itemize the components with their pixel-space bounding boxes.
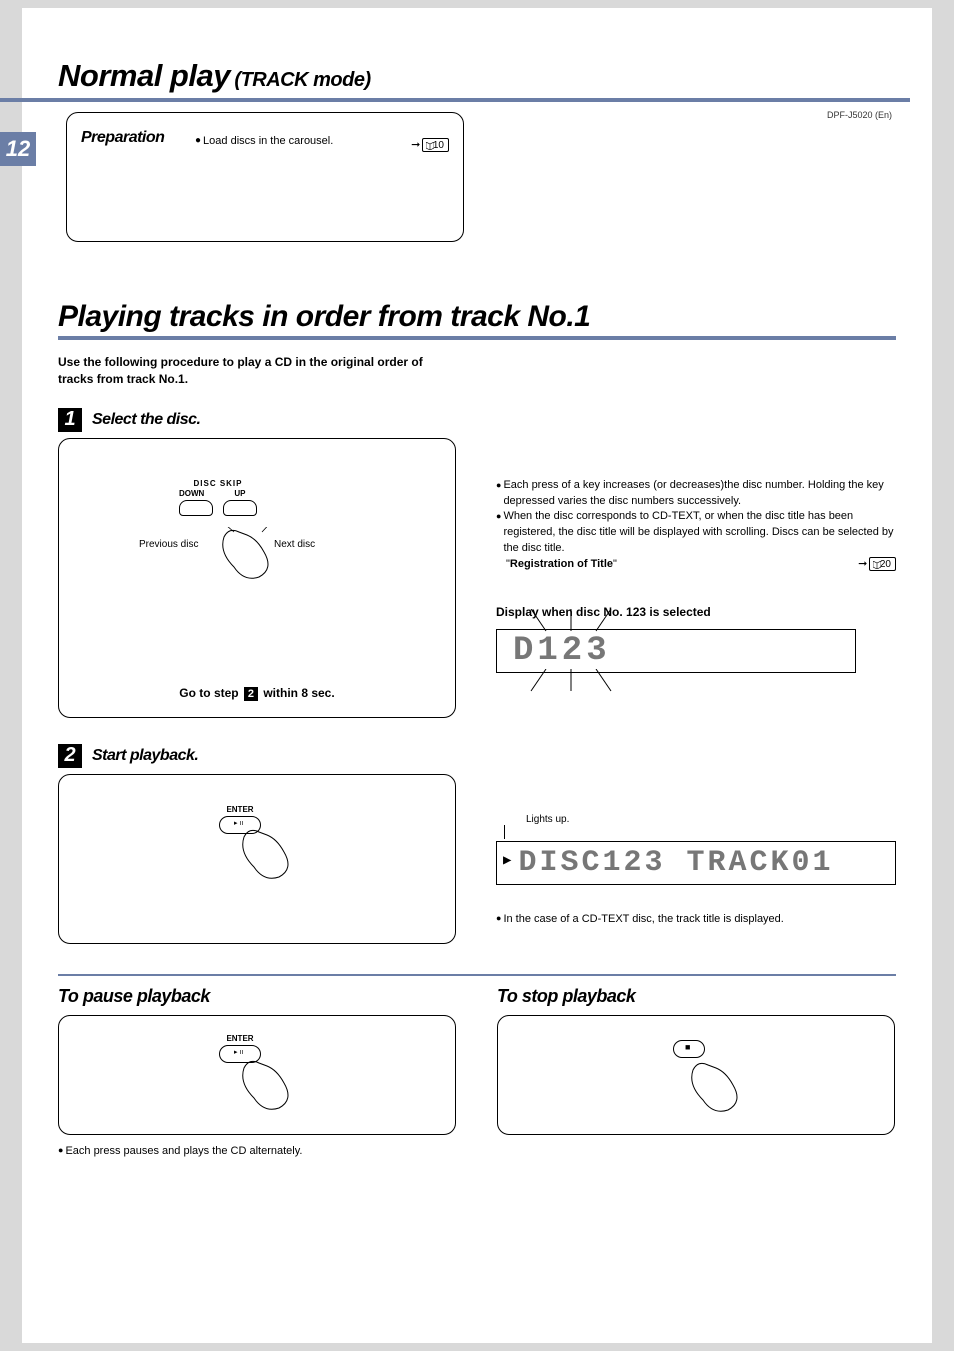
pause-column: To pause playback ENTER ●Each press paus…: [58, 986, 457, 1157]
up-label: UP: [234, 489, 245, 498]
next-disc-label: Next disc: [274, 539, 315, 550]
go-to-step-pre: Go to step: [179, 686, 238, 700]
lcd-value: D123: [513, 632, 611, 670]
disc-down-button: [179, 500, 213, 516]
page-ref-number: 10: [433, 140, 444, 151]
hand-press-icon: [219, 527, 279, 597]
stop-button: [673, 1040, 705, 1058]
step2-badge: 2: [58, 744, 82, 768]
play-icon: ▶: [503, 852, 514, 869]
page-number-tab: 12: [0, 132, 36, 166]
preparation-row: 12 Preparation ●Load discs in the carous…: [22, 112, 932, 242]
cdtext-note-text: In the case of a CD-TEXT disc, the track…: [503, 913, 783, 925]
subsection-underline: [58, 974, 896, 976]
content-area: Playing tracks in order from track No.1 …: [22, 300, 932, 1157]
preparation-bullet: ●Load discs in the carousel.: [195, 135, 333, 147]
lcd-display-full: ▶ DISC123 TRACK01: [496, 841, 896, 885]
page-container: Normal play (TRACK mode) DPF-J5020 (En) …: [22, 8, 932, 1343]
registration-title: Registration of Title: [510, 558, 613, 570]
hand-press-icon: [239, 1058, 299, 1128]
open-book-icon: [873, 561, 881, 569]
step2-left: ENTER: [58, 774, 456, 944]
go-to-step-post: within 8 sec.: [263, 686, 334, 700]
disc-skip-buttons: [179, 500, 257, 516]
lcd-wrapper: D123: [496, 629, 896, 673]
stop-diagram: [497, 1015, 895, 1135]
disc-up-button: [223, 500, 257, 516]
step2-header: 2 Start playback.: [58, 744, 896, 768]
stop-title: To stop playback: [497, 986, 896, 1007]
step1-title: Select the disc.: [92, 411, 201, 429]
arrow-icon: ➞: [858, 558, 867, 570]
pause-note-text: Each press pauses and plays the CD alter…: [65, 1145, 302, 1157]
hand-press-icon: [239, 827, 299, 897]
arrow-icon: ➞: [411, 139, 420, 151]
lcd-display-small: D123: [496, 629, 856, 673]
down-label: DOWN: [179, 489, 204, 498]
bullet-icon: ●: [496, 479, 501, 511]
step2-right: Lights up. ▶ DISC123 TRACK01 ●In the cas…: [496, 774, 896, 944]
step1-columns: DISC SKIP DOWN UP Previous disc Next dis…: [58, 438, 896, 718]
page-ref-box: 20: [869, 557, 896, 571]
open-book-icon: [426, 142, 434, 150]
pause-diagram: ENTER: [58, 1015, 456, 1135]
step1-notes: ●Each press of a key increases (or decre…: [496, 478, 896, 574]
lights-up-label: Lights up.: [526, 814, 896, 825]
bullet-icon: ●: [58, 1145, 63, 1155]
cdtext-note: ●In the case of a CD-TEXT disc, the trac…: [496, 913, 896, 925]
hand-press-icon: [688, 1060, 748, 1130]
go-to-step-badge: 2: [244, 687, 258, 701]
step2-title: Start playback.: [92, 747, 198, 765]
preparation-pageref: ➞ 10: [411, 135, 449, 153]
step2-columns: ENTER Lights up. ▶ DISC123 TRACK01 ●In t…: [58, 774, 896, 944]
bullet-icon: ●: [195, 135, 201, 146]
step1-note2-text: When the disc corresponds to CD-TEXT, or…: [503, 509, 896, 557]
disc-skip-label: DISC SKIP: [179, 479, 257, 488]
preparation-box: Preparation ●Load discs in the carousel.…: [66, 112, 464, 242]
pause-note: ●Each press pauses and plays the CD alte…: [58, 1145, 457, 1157]
quote-close: ": [613, 558, 617, 570]
disc-skip-sublabels: DOWN UP: [179, 489, 257, 498]
enter-label: ENTER: [219, 805, 261, 814]
step1-note1: ●Each press of a key increases (or decre…: [496, 478, 896, 510]
page-title-section: Normal play (TRACK mode): [22, 8, 932, 94]
preparation-title: Preparation: [81, 129, 164, 147]
step1-right: ●Each press of a key increases (or decre…: [496, 438, 896, 718]
page-title-main: Normal play: [58, 58, 230, 93]
step1-note2: ●When the disc corresponds to CD-TEXT, o…: [496, 509, 896, 557]
stop-button-group: [673, 1040, 705, 1058]
pause-title: To pause playback: [58, 986, 457, 1007]
stop-column: To stop playback: [497, 986, 896, 1157]
section-title: Playing tracks in order from track No.1: [58, 300, 896, 334]
page-ref-box: 10: [422, 138, 449, 152]
bullet-icon: ●: [496, 510, 501, 558]
enter-label: ENTER: [219, 1034, 261, 1043]
step1-badge: 1: [58, 408, 82, 432]
disc-skip-group: DISC SKIP DOWN UP: [179, 479, 257, 516]
go-to-step-text: Go to step 2 within 8 sec.: [59, 686, 455, 701]
step1-left: DISC SKIP DOWN UP Previous disc Next dis…: [58, 438, 456, 718]
indicator-lines-bottom-icon: [526, 669, 616, 693]
pause-stop-row: To pause playback ENTER ●Each press paus…: [58, 986, 896, 1157]
lcd-full-value: DISC123 TRACK01: [518, 846, 833, 880]
bullet-icon: ●: [496, 913, 501, 923]
previous-disc-label: Previous disc: [139, 539, 198, 550]
section-intro: Use the following procedure to play a CD…: [58, 354, 458, 388]
title-underline: [0, 98, 910, 102]
step2-diagram: ENTER: [58, 774, 456, 944]
section-underline: [58, 336, 896, 340]
step1-diagram: DISC SKIP DOWN UP Previous disc Next dis…: [58, 438, 456, 718]
step1-header: 1 Select the disc.: [58, 408, 896, 432]
page-title-sub: (TRACK mode): [234, 69, 370, 91]
preparation-text: Load discs in the carousel.: [203, 135, 333, 147]
lights-up-line: [504, 825, 505, 839]
step1-note1-text: Each press of a key increases (or decrea…: [503, 478, 896, 510]
page-ref-number: 20: [880, 559, 891, 570]
